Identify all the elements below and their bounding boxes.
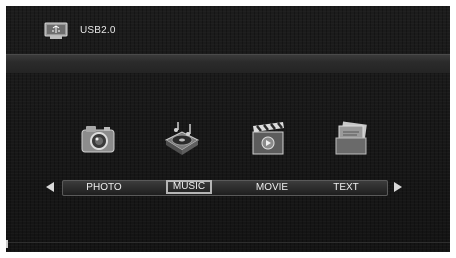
arrow-left-icon[interactable] bbox=[44, 180, 56, 194]
tab-photo[interactable]: PHOTO bbox=[78, 181, 130, 194]
arrow-right-icon[interactable] bbox=[392, 180, 404, 194]
usb-drive-icon[interactable] bbox=[44, 22, 68, 40]
text-document-icon[interactable] bbox=[332, 118, 372, 158]
camera-icon[interactable] bbox=[78, 118, 118, 158]
scroll-indicator bbox=[6, 240, 8, 248]
device-label: USB2.0 bbox=[80, 25, 116, 36]
bottom-divider bbox=[6, 242, 450, 243]
tab-movie[interactable]: MOVIE bbox=[246, 181, 298, 194]
tab-text[interactable]: TEXT bbox=[324, 181, 368, 194]
clapperboard-icon[interactable] bbox=[248, 118, 288, 158]
tab-music[interactable]: MUSIC bbox=[166, 180, 212, 194]
header: USB2.0 bbox=[6, 6, 450, 54]
media-browser-screen: USB2.0 PHOTO MUSIC MOVIE TEXT bbox=[6, 6, 450, 252]
header-band bbox=[6, 54, 450, 73]
music-player-icon[interactable] bbox=[162, 118, 202, 158]
